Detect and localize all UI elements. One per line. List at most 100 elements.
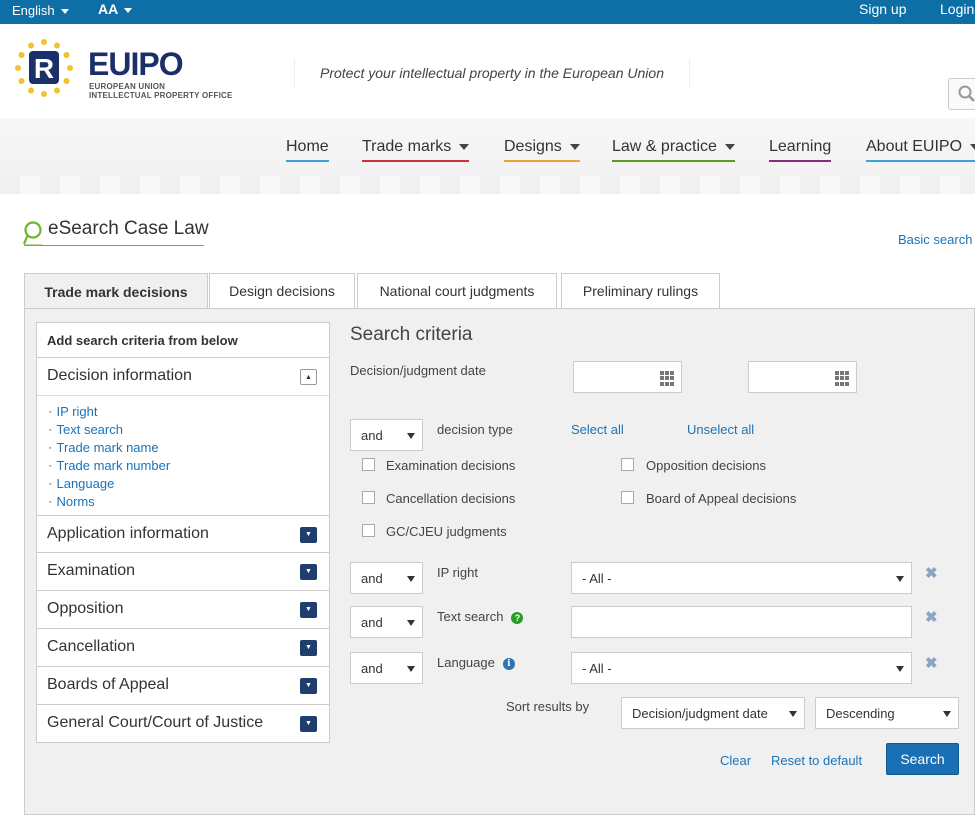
nav-law-practice[interactable]: Law & practice <box>612 138 735 162</box>
date-from-input[interactable] <box>573 361 682 393</box>
remove-language-icon[interactable]: ✖ <box>925 654 938 672</box>
login-link[interactable]: Login <box>940 1 974 17</box>
cancellation-decisions-checkbox[interactable] <box>362 491 375 504</box>
title-underline <box>24 245 204 246</box>
unselect-all-link[interactable]: Unselect all <box>687 422 754 437</box>
language-select[interactable]: - All - <box>571 652 912 684</box>
examination-decisions-label: Examination decisions <box>386 458 516 473</box>
chevron-down-icon <box>724 143 735 150</box>
select-value: - All - <box>582 661 612 676</box>
opposition-decisions-label: Opposition decisions <box>646 458 766 473</box>
sort-order-select[interactable]: Descending <box>815 697 959 729</box>
section-label: Boards of Appeal <box>47 676 169 693</box>
select-all-link[interactable]: Select all <box>571 422 624 437</box>
nav-about[interactable]: About EUIPO <box>866 138 975 162</box>
section-boards-of-appeal[interactable]: Boards of Appeal ▼ <box>37 667 329 705</box>
sort-field-select[interactable]: Decision/judgment date <box>621 697 805 729</box>
expand-icon[interactable]: ▼ <box>300 716 317 732</box>
brand-ipo: IPO <box>130 46 183 82</box>
board-of-appeal-decisions-checkbox[interactable] <box>621 491 634 504</box>
page-title: eSearch Case Law <box>48 218 209 239</box>
criterion-norms[interactable]: Norms <box>49 493 170 511</box>
tab-trade-mark-decisions[interactable]: Trade mark decisions <box>24 273 208 309</box>
site-header: R EUIPO EUROPEAN UNION INTELLECTUAL PROP… <box>0 24 975 118</box>
chevron-down-icon <box>569 143 580 150</box>
chevron-down-icon <box>407 666 415 672</box>
section-examination[interactable]: Examination ▼ <box>37 553 329 591</box>
criterion-trade-mark-name[interactable]: Trade mark name <box>49 439 170 457</box>
section-opposition[interactable]: Opposition ▼ <box>37 591 329 629</box>
svg-text:R: R <box>34 53 54 84</box>
site-search-button[interactable] <box>948 78 975 110</box>
select-value: and <box>361 615 383 630</box>
basic-search-link[interactable]: Basic search <box>898 232 972 247</box>
nav-designs[interactable]: Designs <box>504 138 580 162</box>
expand-icon[interactable]: ▼ <box>300 678 317 694</box>
criterion-trade-mark-number[interactable]: Trade mark number <box>49 457 170 475</box>
search-criteria-title: Search criteria <box>350 324 473 345</box>
nav-home[interactable]: Home <box>286 138 329 162</box>
calendar-icon[interactable] <box>660 371 675 386</box>
expand-icon[interactable]: ▼ <box>300 640 317 656</box>
text-search-operator-select[interactable]: and <box>350 606 423 638</box>
select-value: and <box>361 661 383 676</box>
text-search-input[interactable] <box>571 606 912 638</box>
nav-trade-marks[interactable]: Trade marks <box>362 138 470 162</box>
section-cancellation[interactable]: Cancellation ▼ <box>37 629 329 667</box>
remove-ip-right-icon[interactable]: ✖ <box>925 564 938 582</box>
remove-text-search-icon[interactable]: ✖ <box>925 608 938 626</box>
ip-right-select[interactable]: - All - <box>571 562 912 594</box>
gc-cjeu-judgments-label: GC/CJEU judgments <box>386 524 507 539</box>
brand-name: EUIPO <box>88 46 184 82</box>
collapse-icon[interactable]: ▲ <box>300 369 317 385</box>
expand-icon[interactable]: ▼ <box>300 564 317 580</box>
ip-right-label: IP right <box>437 565 478 580</box>
clear-link[interactable]: Clear <box>720 753 751 768</box>
reset-link[interactable]: Reset to default <box>771 753 862 768</box>
expand-icon[interactable]: ▼ <box>300 602 317 618</box>
sort-label: Sort results by <box>506 699 590 714</box>
nav-label: Law & practice <box>612 138 717 155</box>
text-search-label-wrap: Text search? <box>437 609 524 624</box>
chevron-down-icon <box>896 576 904 582</box>
date-label: Decision/judgment date <box>350 363 486 378</box>
section-label: Cancellation <box>47 638 136 655</box>
section-label: Opposition <box>47 600 124 617</box>
signup-link[interactable]: Sign up <box>859 1 906 17</box>
language-operator-select[interactable]: and <box>350 652 423 684</box>
criterion-text-search[interactable]: Text search <box>49 421 170 439</box>
brand-subtitle-line2: INTELLECTUAL PROPERTY OFFICE <box>89 91 233 100</box>
brand-subtitle-line1: EUROPEAN UNION <box>89 82 166 91</box>
criterion-ip-right[interactable]: IP right <box>49 403 170 421</box>
section-application-information[interactable]: Application information ▼ <box>37 515 329 553</box>
select-value: Decision/judgment date <box>632 706 768 721</box>
examination-decisions-checkbox[interactable] <box>362 458 375 471</box>
tab-preliminary-rulings[interactable]: Preliminary rulings <box>561 273 720 308</box>
nav-label: Learning <box>769 138 832 155</box>
main-nav: Home Trade marks Designs Law & practice … <box>0 118 975 176</box>
date-to-input[interactable] <box>748 361 857 393</box>
search-button[interactable]: Search <box>886 743 959 775</box>
expand-icon[interactable]: ▼ <box>300 527 317 543</box>
ip-right-operator-select[interactable]: and <box>350 562 423 594</box>
tab-national-court-judgments[interactable]: National court judgments <box>357 273 557 308</box>
section-general-court[interactable]: General Court/Court of Justice ▼ <box>37 705 329 743</box>
criterion-language[interactable]: Language <box>49 475 170 493</box>
section-decision-information[interactable]: Decision information ▲ <box>37 358 329 396</box>
help-icon[interactable]: ? <box>511 611 524 624</box>
calendar-icon[interactable] <box>835 371 850 386</box>
nav-learning[interactable]: Learning <box>769 138 832 162</box>
language-selector[interactable]: English <box>12 3 69 18</box>
decision-type-operator-select[interactable]: and <box>350 419 423 451</box>
select-value: and <box>361 571 383 586</box>
tab-design-decisions[interactable]: Design decisions <box>209 273 355 308</box>
board-of-appeal-decisions-label: Board of Appeal decisions <box>646 491 797 506</box>
chevron-down-icon <box>896 666 904 672</box>
info-icon[interactable]: i <box>502 657 515 670</box>
brand-eu: EU <box>88 46 131 82</box>
text-size-selector[interactable]: AA <box>98 1 133 17</box>
gc-cjeu-judgments-checkbox[interactable] <box>362 524 375 537</box>
opposition-decisions-checkbox[interactable] <box>621 458 634 471</box>
select-value: Descending <box>826 706 895 721</box>
euipo-logo-icon[interactable]: R <box>12 36 76 100</box>
